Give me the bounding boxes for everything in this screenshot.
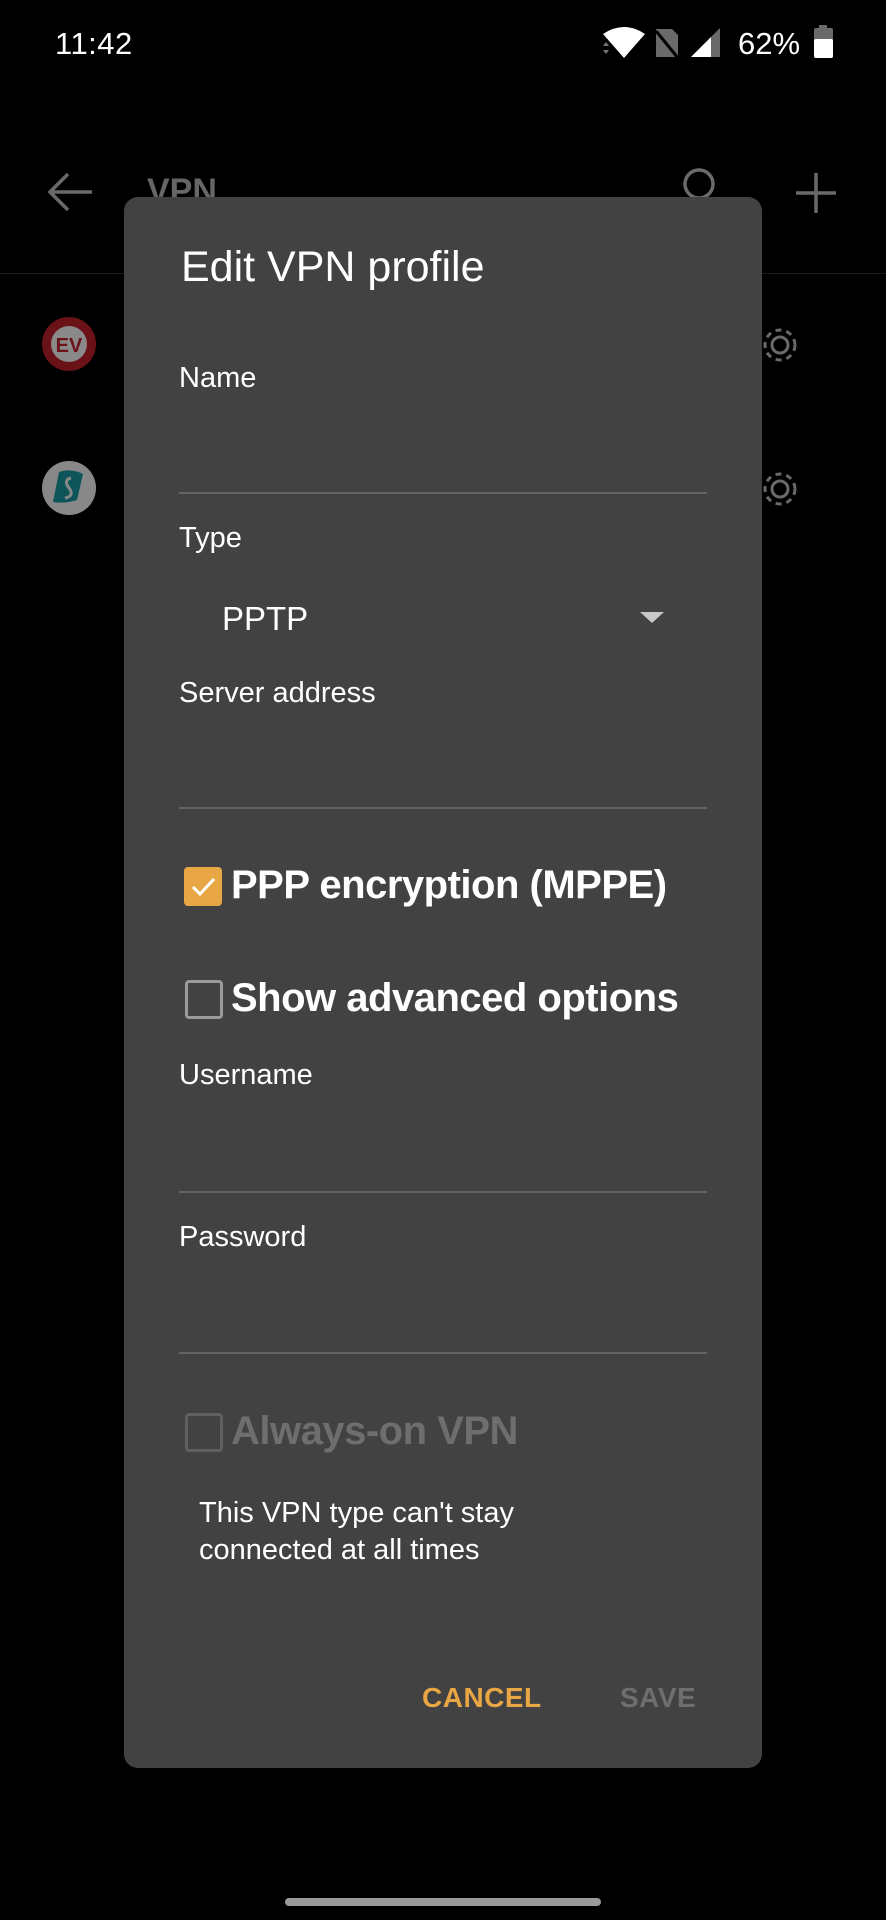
username-underline <box>179 1191 707 1193</box>
vpn-list-item[interactable]: EV <box>41 316 97 377</box>
type-selected-value: PPTP <box>222 600 309 637</box>
gear-icon[interactable] <box>758 467 802 511</box>
always-on-checkbox-row: Always-on VPN <box>179 1403 707 1463</box>
vpn-list-item[interactable] <box>41 460 97 521</box>
ppp-encryption-checkbox-row[interactable]: PPP encryption (MPPE) <box>179 857 707 917</box>
checkmark-icon <box>191 877 216 897</box>
password-input[interactable] <box>179 1271 707 1353</box>
name-underline <box>179 492 707 494</box>
ppp-encryption-checkbox[interactable] <box>184 867 222 906</box>
name-input[interactable] <box>179 412 707 492</box>
show-advanced-checkbox[interactable] <box>185 980 223 1019</box>
plus-icon[interactable] <box>795 172 837 214</box>
server-address-underline <box>179 807 707 809</box>
always-on-label: Always-on VPN <box>231 1409 518 1453</box>
cell-signal-icon <box>691 28 720 57</box>
password-label: Password <box>179 1221 307 1253</box>
edit-vpn-profile-dialog: Edit VPN profile Name Type PPTP Server a… <box>124 197 762 1768</box>
show-advanced-checkbox-row[interactable]: Show advanced options <box>179 970 707 1030</box>
gesture-nav-handle[interactable] <box>285 1898 601 1906</box>
always-on-help-text: This VPN type can't stay connected at al… <box>199 1497 514 1566</box>
cancel-button[interactable]: CANCEL <box>422 1682 542 1714</box>
save-button[interactable]: SAVE <box>620 1682 696 1714</box>
battery-icon <box>814 25 833 58</box>
username-label: Username <box>179 1059 313 1091</box>
username-input[interactable] <box>179 1107 707 1191</box>
battery-percent: 62% <box>738 26 801 61</box>
status-time: 11:42 <box>55 26 133 61</box>
ppp-encryption-label: PPP encryption (MPPE) <box>231 863 667 907</box>
back-arrow-icon[interactable] <box>46 170 94 214</box>
server-address-label: Server address <box>179 677 376 709</box>
surfshark-logo-icon <box>42 461 96 515</box>
type-label: Type <box>179 522 242 554</box>
wifi-icon <box>603 27 645 58</box>
gear-icon[interactable] <box>758 323 802 367</box>
no-sim-icon <box>654 29 680 59</box>
always-on-checkbox <box>185 1413 223 1452</box>
server-address-input[interactable] <box>179 727 707 807</box>
password-underline <box>179 1352 707 1354</box>
type-dropdown[interactable]: PPTP <box>179 582 707 652</box>
expressvpn-logo-icon: EV <box>42 317 96 371</box>
name-label: Name <box>179 362 257 394</box>
dialog-title: Edit VPN profile <box>181 243 485 291</box>
svg-text:EV: EV <box>56 335 83 357</box>
show-advanced-label: Show advanced options <box>231 976 679 1020</box>
dropdown-arrow-icon <box>640 612 664 623</box>
